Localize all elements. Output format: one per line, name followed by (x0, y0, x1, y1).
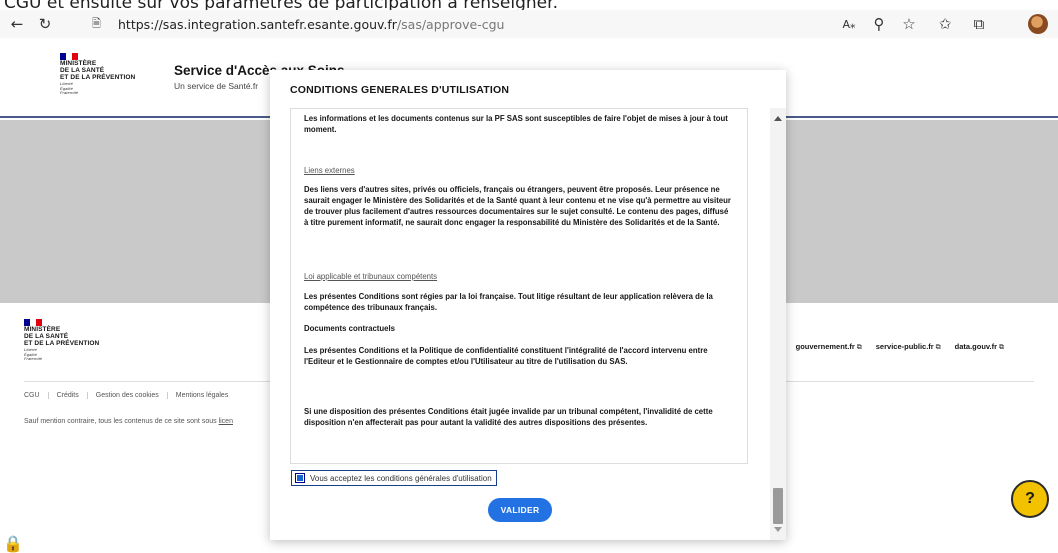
cgu-subheading-contract: Documents contractuels (304, 324, 395, 333)
motto: Liberté Égalité Fraternité (24, 347, 43, 361)
footer-license: Sauf mention contraire, tous les contenu… (24, 418, 233, 425)
ministry-line: MINISTÈRE (24, 326, 61, 333)
modal-title: CONDITIONS GENERALES D'UTILISATION (290, 84, 510, 96)
read-aloud-icon[interactable]: A⁎ (838, 14, 860, 34)
accept-cgu-label[interactable]: Vous acceptez les conditions générales d… (310, 474, 492, 483)
flag-icon (60, 53, 78, 60)
scroll-up-icon[interactable] (774, 116, 782, 121)
page-info-icon[interactable]: 🗎 (92, 15, 110, 34)
link-cookies[interactable]: Gestion des cookies (88, 392, 168, 399)
link-data-gouv[interactable]: data.gouv.fr (955, 342, 1004, 352)
accept-cgu-checkbox[interactable] (295, 473, 305, 483)
link-gouvernement[interactable]: gouvernement.fr (796, 342, 862, 352)
ministry-line: DE LA SANTÉ (24, 333, 69, 340)
ministry-line: ET DE LA PRÉVENTION (60, 74, 136, 81)
favorites-icon[interactable]: ✩ (934, 14, 956, 34)
header-marianne-logo[interactable]: MINISTÈRE DE LA SANTÉ ET DE LA PRÉVENTIO… (60, 53, 135, 96)
ministry-line: ET DE LA PRÉVENTION (24, 340, 100, 347)
accept-cgu-row[interactable]: Vous acceptez les conditions générales d… (291, 470, 497, 486)
cgu-paragraph-invalid: Si une disposition des présentes Conditi… (304, 407, 713, 427)
collections-icon[interactable]: ⧉ (968, 14, 990, 34)
flag-icon (24, 319, 42, 326)
back-arrow-icon[interactable]: ← (6, 14, 28, 34)
ministry-line: DE LA SANTÉ (60, 67, 105, 74)
cgu-content[interactable]: Les informations et les documents conten… (290, 108, 748, 464)
help-button[interactable]: ? (1011, 480, 1049, 518)
scroll-down-icon[interactable] (774, 527, 782, 532)
reload-icon[interactable]: ↻ (34, 14, 56, 34)
cgu-paragraph-contract: Les présentes Conditions et la Politique… (304, 346, 708, 366)
link-credits[interactable]: Crédits (49, 392, 88, 399)
browser-toolbar: ← ↻ 🗎 https://sas.integration.santefr.es… (0, 10, 1058, 38)
cgu-paragraph-law: Les présentes Conditions sont régies par… (304, 292, 713, 312)
validate-button[interactable]: VALIDER (488, 498, 552, 522)
link-service-public[interactable]: service-public.fr (876, 342, 941, 352)
cgu-paragraph-updates: Les informations et les documents conten… (304, 114, 728, 134)
url-path: /sas/approve-cgu (396, 16, 505, 32)
footer-marianne-logo[interactable]: MINISTÈRE DE LA SANTÉ ET DE LA PRÉVENTIO… (24, 319, 99, 362)
footer-bottom-links: CGU Crédits Gestion des cookies Mentions… (24, 392, 236, 399)
lock-icon: 🔒 (3, 534, 23, 553)
cgu-heading-law: Loi applicable et tribunaux compétents (304, 272, 438, 281)
modal-scrollbar[interactable] (770, 108, 786, 540)
favorite-add-icon[interactable]: ☆ (898, 14, 920, 34)
license-link[interactable]: licen (219, 418, 233, 425)
cgu-modal: CONDITIONS GENERALES D'UTILISATION Les i… (270, 70, 786, 540)
cgu-paragraph-external-links: Des liens vers d'autres sites, privés ou… (304, 185, 731, 227)
zoom-icon[interactable]: ⚲ (868, 14, 890, 34)
footer-external-links: gouvernement.fr service-public.fr data.g… (796, 342, 1004, 352)
motto: Liberté Égalité Fraternité (60, 81, 79, 95)
ministry-line: MINISTÈRE (60, 60, 97, 67)
link-cgu[interactable]: CGU (24, 392, 49, 399)
scroll-thumb[interactable] (773, 488, 783, 524)
link-legal[interactable]: Mentions légales (168, 392, 237, 399)
service-subtitle: Un service de Santé.fr (174, 81, 259, 91)
checkmark-icon (297, 475, 303, 481)
profile-avatar[interactable] (1028, 14, 1048, 34)
address-bar[interactable]: 🗎 https://sas.integration.santefr.esante… (92, 12, 912, 36)
cgu-heading-external-links: Liens externes (304, 166, 355, 175)
url-host: https://sas.integration.santefr.esante.g… (118, 16, 397, 32)
